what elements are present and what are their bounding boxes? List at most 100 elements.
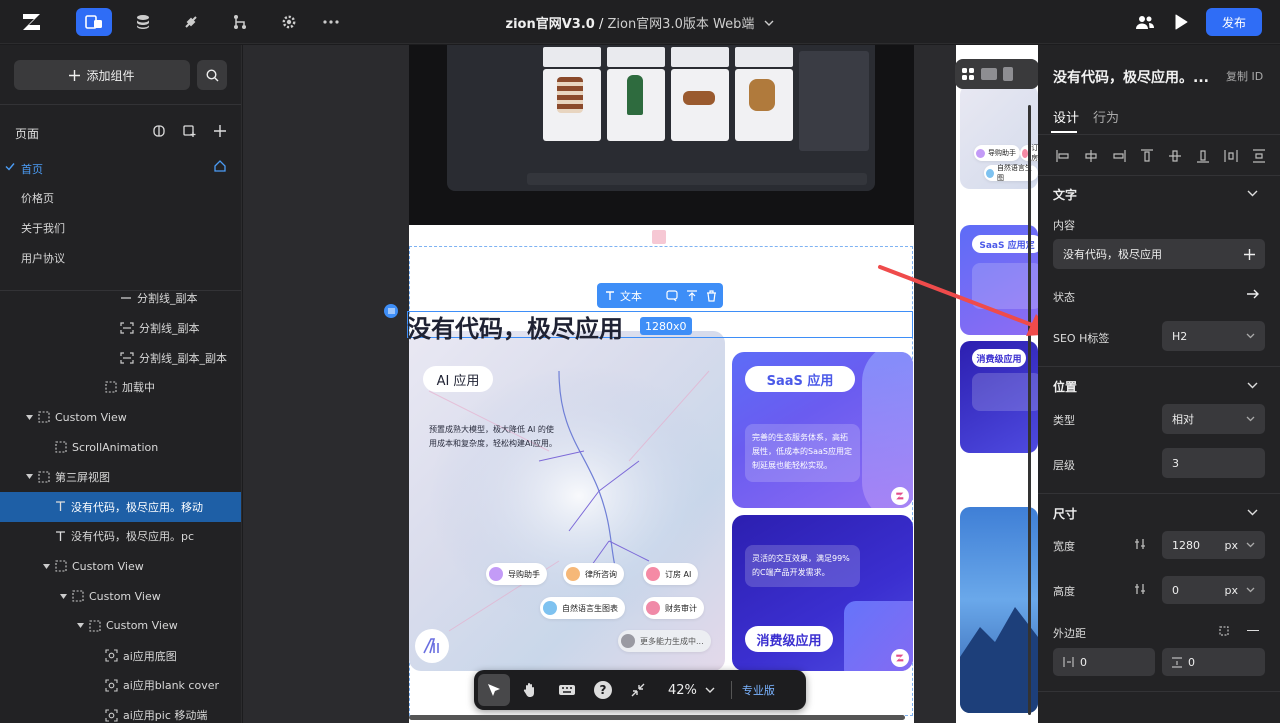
plan-label[interactable]: 专业版	[742, 682, 775, 698]
preview-scrollbar[interactable]	[1028, 105, 1031, 715]
margin-left-icon	[1063, 657, 1074, 667]
align-left-icon[interactable]	[1056, 149, 1070, 163]
box-icon	[89, 620, 101, 632]
tree-row[interactable]: 加载中	[0, 372, 241, 402]
tree-row[interactable]: 分割线_副本	[0, 313, 241, 343]
caret-down-icon[interactable]	[60, 593, 72, 599]
tree-row[interactable]: 没有代码，极尽应用。移动	[0, 491, 241, 522]
tree-row[interactable]: Custom View	[0, 581, 241, 611]
tree-row[interactable]: 没有代码，极尽应用。pc	[0, 521, 241, 551]
chevron-down-icon[interactable]	[1247, 382, 1258, 389]
caret-down-icon[interactable]	[26, 414, 38, 420]
page-item-home[interactable]: 首页	[21, 161, 43, 177]
delete-icon[interactable]	[706, 289, 717, 302]
collapse-icon[interactable]	[630, 682, 646, 698]
align-bottom-icon[interactable]	[1196, 149, 1210, 163]
collaborators-icon[interactable]	[1127, 8, 1163, 36]
ai-app-desc-1: 预置成熟大模型，极大降低 AI 的使	[429, 425, 554, 434]
chevron-down-icon	[1246, 542, 1255, 548]
chip-finance-audit[interactable]: 财务审计	[643, 597, 704, 619]
page-item-agreement[interactable]: 用户协议	[21, 250, 65, 266]
add-folder-icon[interactable]	[183, 125, 196, 137]
content-input[interactable]: 没有代码，极尽应用	[1053, 239, 1265, 269]
tree-row[interactable]: ai应用pic 移动端	[0, 700, 241, 723]
hand-tool-icon[interactable]	[522, 682, 538, 698]
copy-id-button[interactable]: 复制 ID	[1226, 68, 1263, 84]
height-input[interactable]: 0 px	[1162, 576, 1265, 604]
margin-top-input[interactable]: 0	[1162, 648, 1265, 676]
tree-row[interactable]: 分割线_副本	[0, 283, 241, 313]
position-type-select[interactable]: 相对	[1162, 404, 1265, 434]
chip-hotel-ai[interactable]: 订房 AI	[643, 563, 699, 585]
tree-row[interactable]: Custom View	[0, 551, 241, 581]
pointer-tool-icon[interactable]	[478, 674, 510, 706]
height-unit[interactable]: px	[1225, 584, 1239, 597]
page-sync-icon[interactable]	[153, 125, 165, 137]
chip-shopping-assistant[interactable]: 导购助手	[486, 563, 547, 585]
minus-icon[interactable]	[1247, 630, 1259, 632]
arrow-right-icon[interactable]	[1247, 289, 1259, 299]
align-right-icon[interactable]	[1112, 149, 1126, 163]
move-up-icon[interactable]	[686, 289, 698, 302]
sizing-mode-icon[interactable]	[1134, 583, 1146, 595]
search-button[interactable]	[197, 60, 227, 90]
chevron-down-icon	[764, 20, 774, 26]
align-top-icon[interactable]	[1140, 149, 1154, 163]
add-component-button[interactable]: 添加组件	[14, 60, 190, 90]
tree-row[interactable]: ScrollAnimation	[0, 432, 241, 462]
align-center-v-icon[interactable]	[1168, 149, 1182, 163]
caret-down-icon[interactable]	[26, 474, 38, 480]
tree-row[interactable]: Custom View	[0, 611, 241, 641]
tree-row-label: 分割线_副本	[139, 321, 200, 335]
preview-play-icon[interactable]	[1163, 8, 1199, 36]
chevron-down-icon[interactable]	[1247, 190, 1258, 197]
sizing-mode-icon[interactable]	[1134, 538, 1146, 550]
tree-row-label: Custom View	[89, 589, 161, 603]
page-item-about[interactable]: 关于我们	[21, 220, 65, 236]
plus-icon[interactable]	[1244, 248, 1255, 260]
tree-row[interactable]: Custom View	[0, 402, 241, 432]
chip-nl-chart[interactable]: 自然语言生图表	[540, 597, 625, 619]
chip-more[interactable]: 更多能力生成中...	[618, 630, 711, 652]
width-unit[interactable]: px	[1225, 539, 1239, 552]
width-input[interactable]: 1280 px	[1162, 531, 1265, 559]
publish-button[interactable]: 发布	[1206, 8, 1262, 36]
help-icon[interactable]: ?	[594, 681, 612, 699]
align-center-h-icon[interactable]	[1084, 149, 1098, 163]
margin-mode-icon[interactable]	[1218, 625, 1230, 637]
zoom-level[interactable]: 42%	[668, 683, 697, 698]
tablet-icon[interactable]	[981, 68, 997, 80]
chip-law-consult[interactable]: 律所咨询	[563, 563, 624, 585]
drag-handle-icon[interactable]	[384, 304, 398, 318]
chevron-down-icon[interactable]	[1247, 509, 1258, 516]
grid-icon[interactable]	[961, 67, 975, 81]
page-item-pricing[interactable]: 价格页	[21, 190, 54, 206]
tree-row[interactable]: 第三屏视图	[0, 462, 241, 492]
height-value: 0	[1172, 583, 1179, 597]
design-canvas[interactable]: AI 应用 预置成熟大模型，极大降低 AI 的使 用成本和复杂度，轻松构建AI应…	[243, 45, 1038, 723]
keyboard-icon[interactable]	[558, 684, 576, 696]
caret-down-icon[interactable]	[43, 563, 55, 569]
width-label: 宽度	[1053, 540, 1075, 553]
distribute-v-icon[interactable]	[1252, 149, 1266, 163]
layer-input[interactable]: 3	[1162, 448, 1265, 478]
saas-app-pill: SaaS 应用	[745, 366, 855, 392]
document-title[interactable]: zion官网V3.0 / Zion官网3.0版本 Web端	[0, 13, 1280, 32]
add-page-icon[interactable]	[214, 125, 226, 137]
alignment-toolbar	[1056, 149, 1266, 163]
caret-down-icon[interactable]	[77, 623, 89, 629]
selected-heading-text[interactable]: 没有代码，极尽应用	[407, 309, 623, 344]
tree-row[interactable]: 分割线_副本_副本	[0, 343, 241, 373]
seo-tag-select[interactable]: H2	[1162, 321, 1265, 351]
box-icon	[55, 560, 67, 572]
margin-left-input[interactable]: 0	[1053, 648, 1155, 676]
tab-behavior[interactable]: 行为	[1093, 107, 1119, 126]
tree-row[interactable]: ai应用blank cover	[0, 670, 241, 700]
tree-row[interactable]: ai应用底图	[0, 641, 241, 671]
tab-design[interactable]: 设计	[1053, 107, 1079, 126]
chevron-down-icon[interactable]	[705, 687, 715, 693]
canvas-horizontal-scrollbar[interactable]	[409, 715, 905, 720]
phone-icon[interactable]	[1003, 67, 1013, 81]
comment-icon[interactable]	[666, 289, 678, 302]
distribute-h-icon[interactable]	[1224, 149, 1238, 163]
